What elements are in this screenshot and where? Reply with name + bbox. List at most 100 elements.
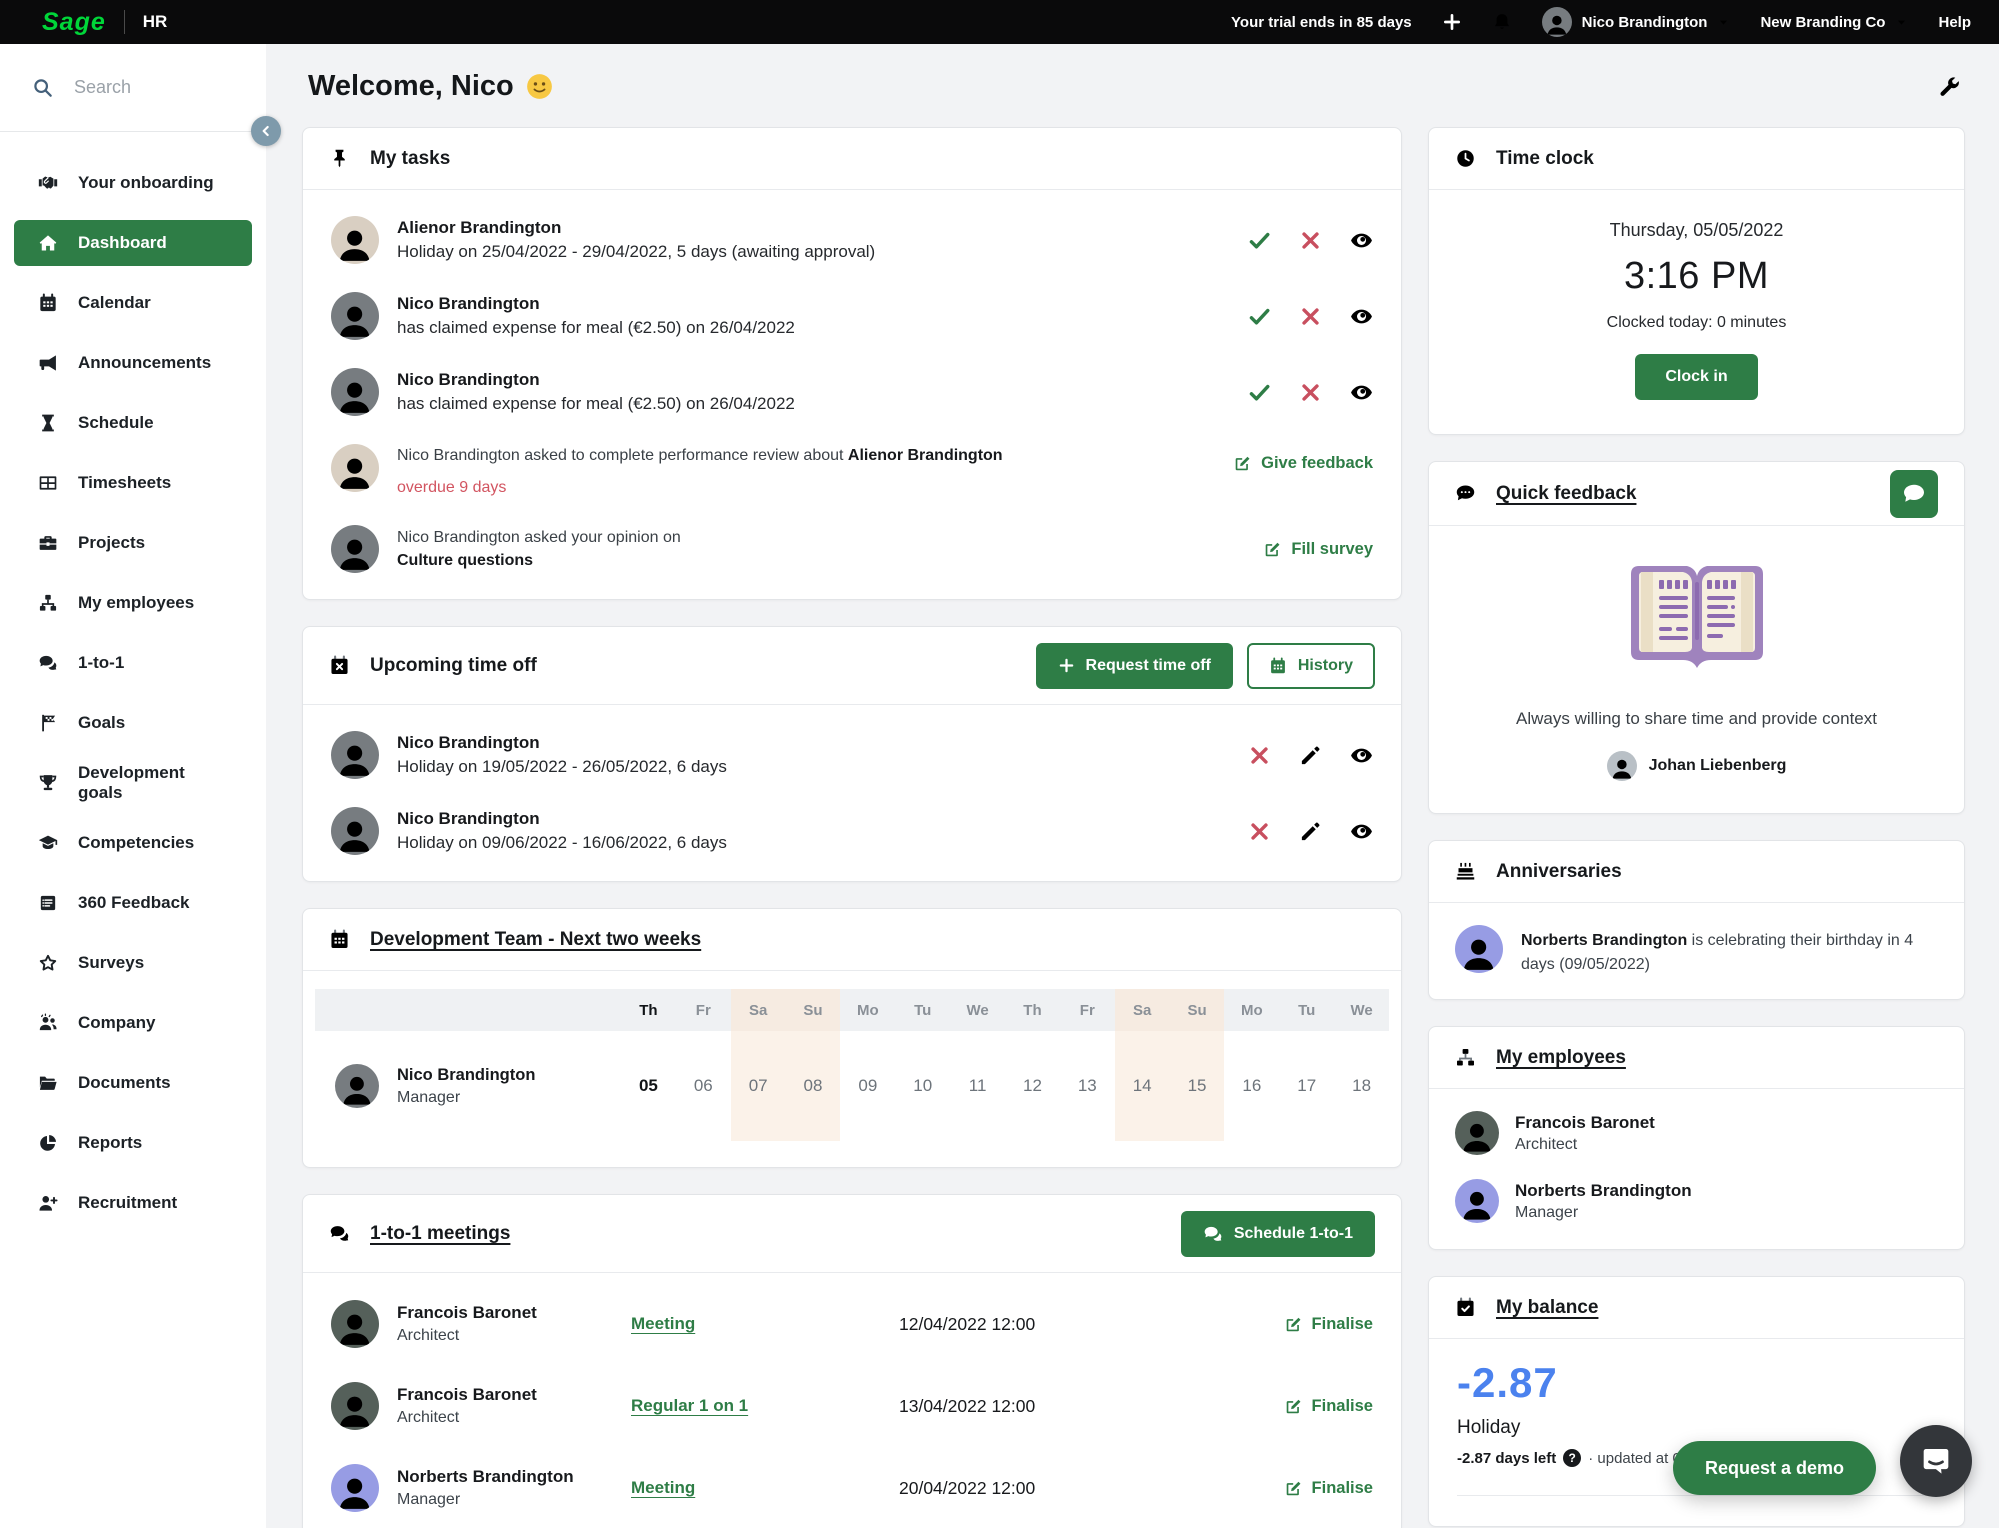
employee-row[interactable]: Norberts Brandington Manager bbox=[1429, 1167, 1964, 1235]
sage-logo[interactable]: Sage bbox=[42, 10, 106, 35]
approve-check-icon[interactable] bbox=[1248, 229, 1271, 252]
sidebar-item-my-employees[interactable]: My employees bbox=[14, 580, 252, 626]
topbar: Sage HR Your trial ends in 85 days Nico … bbox=[0, 0, 1999, 44]
help-link[interactable]: Help bbox=[1938, 14, 1971, 31]
my-balance-title[interactable]: My balance bbox=[1496, 1297, 1598, 1319]
task-row: Alienor Brandington Holiday on 25/04/202… bbox=[303, 202, 1401, 278]
person-plus-icon bbox=[38, 1193, 58, 1213]
meeting-link[interactable]: Meeting bbox=[631, 1478, 695, 1497]
edit-pencil-icon[interactable] bbox=[1299, 820, 1322, 843]
sidebar-item-documents[interactable]: Documents bbox=[14, 1060, 252, 1106]
view-eye-icon[interactable] bbox=[1350, 229, 1373, 252]
sidebar-item-label: Recruitment bbox=[78, 1193, 177, 1213]
time-off-row: Nico Brandington Holiday on 09/06/2022 -… bbox=[303, 793, 1401, 869]
finalise-link[interactable]: Finalise bbox=[1284, 1315, 1373, 1334]
clock-in-button[interactable]: Clock in bbox=[1635, 354, 1757, 400]
view-eye-icon[interactable] bbox=[1350, 820, 1373, 843]
sidebar-item-reports[interactable]: Reports bbox=[14, 1120, 252, 1166]
task-row: Nico Brandington has claimed expense for… bbox=[303, 278, 1401, 354]
fill-survey-link[interactable]: Fill survey bbox=[1263, 540, 1373, 559]
calendar-person-row: Nico Brandington Manager 05 06 07 08 09 … bbox=[315, 1031, 1389, 1141]
approve-check-icon[interactable] bbox=[1248, 305, 1271, 328]
sidebar-item-schedule[interactable]: Schedule bbox=[14, 400, 252, 446]
search-bar[interactable] bbox=[0, 44, 266, 132]
company-menu[interactable]: New Branding Co bbox=[1760, 14, 1908, 31]
view-eye-icon[interactable] bbox=[1350, 744, 1373, 767]
clocked-today-label: Clocked today: 0 minutes bbox=[1449, 314, 1944, 332]
decline-x-icon[interactable] bbox=[1299, 229, 1322, 252]
sidebar-item-goals[interactable]: Goals bbox=[14, 700, 252, 746]
add-icon[interactable] bbox=[1442, 12, 1462, 32]
cancel-x-icon[interactable] bbox=[1248, 744, 1271, 767]
cancel-x-icon[interactable] bbox=[1248, 820, 1271, 843]
employee-row[interactable]: Francois Baronet Architect bbox=[1429, 1099, 1964, 1167]
sidebar-item-1-to-1[interactable]: 1-to-1 bbox=[14, 640, 252, 686]
wrench-icon[interactable] bbox=[1937, 75, 1961, 99]
view-eye-icon[interactable] bbox=[1350, 381, 1373, 404]
quick-feedback-title[interactable]: Quick feedback bbox=[1496, 483, 1636, 505]
history-button[interactable]: History bbox=[1247, 643, 1375, 689]
list-box-icon bbox=[38, 893, 58, 913]
calendar-person-role: Manager bbox=[397, 1089, 535, 1107]
avatar-norberts bbox=[1455, 1179, 1499, 1223]
feedback-quote: Always willing to share time and provide… bbox=[1455, 709, 1938, 729]
quick-feedback-button[interactable] bbox=[1890, 470, 1938, 518]
sidebar-item-360-feedback[interactable]: 360 Feedback bbox=[14, 880, 252, 926]
calendar-date: 11 bbox=[950, 1031, 1005, 1141]
balance-type: Holiday bbox=[1457, 1417, 1936, 1439]
finalise-link[interactable]: Finalise bbox=[1284, 1397, 1373, 1416]
page-title: Welcome, Nico bbox=[308, 70, 553, 103]
time-off-title: Upcoming time off bbox=[370, 655, 537, 677]
org-chart-icon bbox=[38, 593, 58, 613]
meeting-link[interactable]: Regular 1 on 1 bbox=[631, 1396, 748, 1415]
give-feedback-link[interactable]: Give feedback bbox=[1233, 454, 1373, 473]
decline-x-icon[interactable] bbox=[1299, 381, 1322, 404]
sidebar-item-surveys[interactable]: Surveys bbox=[14, 940, 252, 986]
user-name: Nico Brandington bbox=[1582, 14, 1708, 31]
hourglass-icon bbox=[38, 413, 58, 433]
finalise-link[interactable]: Finalise bbox=[1284, 1479, 1373, 1498]
request-time-off-button[interactable]: Request time off bbox=[1036, 643, 1233, 689]
pen-to-square-icon bbox=[1284, 1397, 1303, 1416]
main-content: Welcome, Nico My tasks bbox=[266, 44, 1999, 1528]
sidebar-item-competencies[interactable]: Competencies bbox=[14, 820, 252, 866]
my-employees-title[interactable]: My employees bbox=[1496, 1047, 1626, 1069]
edit-pencil-icon[interactable] bbox=[1299, 744, 1322, 767]
meeting-person-name: Norberts Brandington bbox=[397, 1467, 574, 1487]
sidebar-item-timesheets[interactable]: Timesheets bbox=[14, 460, 252, 506]
meeting-link[interactable]: Meeting bbox=[631, 1314, 695, 1333]
sidebar-item-development-goals[interactable]: Development goals bbox=[14, 760, 252, 806]
calendar-dow: Sa bbox=[1115, 989, 1170, 1031]
sidebar-item-calendar[interactable]: Calendar bbox=[14, 280, 252, 326]
intercom-chat-button[interactable] bbox=[1900, 1425, 1972, 1497]
view-eye-icon[interactable] bbox=[1350, 305, 1373, 328]
time-clock-time: 3:16 PM bbox=[1449, 255, 1944, 298]
sidebar-item-label: Timesheets bbox=[78, 473, 171, 493]
meetings-title[interactable]: 1-to-1 meetings bbox=[370, 1223, 510, 1245]
calendar-header-row: Th Fr Sa Su Mo Tu We Th Fr Sa Su bbox=[315, 989, 1389, 1031]
approve-check-icon[interactable] bbox=[1248, 381, 1271, 404]
time-off-detail: Holiday on 09/06/2022 - 16/06/2022, 6 da… bbox=[397, 833, 727, 853]
team-calendar-title[interactable]: Development Team - Next two weeks bbox=[370, 929, 701, 951]
graduation-cap-icon bbox=[38, 833, 58, 853]
avatar-alienor bbox=[331, 216, 379, 264]
sidebar-item-company[interactable]: Company bbox=[14, 1000, 252, 1046]
sidebar-item-dashboard[interactable]: Dashboard bbox=[14, 220, 252, 266]
sidebar-item-label: Competencies bbox=[78, 833, 194, 853]
meeting-row: Francois Baronet Architect Regular 1 on … bbox=[303, 1365, 1401, 1447]
sidebar-item-recruitment[interactable]: Recruitment bbox=[14, 1180, 252, 1226]
decline-x-icon[interactable] bbox=[1299, 305, 1322, 328]
sidebar-item-your-onboarding[interactable]: Your onboarding bbox=[14, 160, 252, 206]
sidebar-item-projects[interactable]: Projects bbox=[14, 520, 252, 566]
sidebar-collapse-button[interactable] bbox=[251, 116, 281, 146]
question-circle-icon[interactable]: ? bbox=[1563, 1449, 1581, 1467]
meeting-person-name: Francois Baronet bbox=[397, 1385, 537, 1405]
search-input[interactable] bbox=[74, 77, 224, 98]
sidebar-item-announcements[interactable]: Announcements bbox=[14, 340, 252, 386]
user-menu[interactable]: Nico Brandington bbox=[1542, 7, 1731, 37]
request-demo-button[interactable]: Request a demo bbox=[1673, 1441, 1876, 1495]
chevron-down-icon bbox=[1895, 16, 1908, 29]
notifications-bell-icon[interactable] bbox=[1492, 12, 1512, 32]
schedule-1-to-1-button[interactable]: Schedule 1-to-1 bbox=[1181, 1211, 1375, 1257]
sidebar-item-label: Your onboarding bbox=[78, 173, 214, 193]
